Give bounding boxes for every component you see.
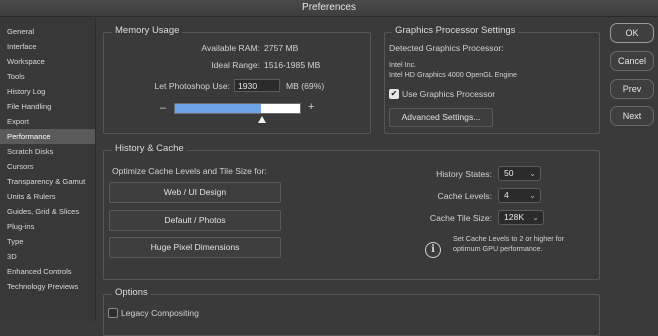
huge-pixel-dimensions-button[interactable]: Huge Pixel Dimensions — [109, 237, 281, 258]
sidebar-item-workspace[interactable]: Workspace — [0, 54, 95, 69]
decrease-memory-button[interactable]: – — [160, 102, 166, 114]
memory-slider[interactable] — [174, 103, 301, 114]
history-states-value: 50 — [504, 168, 514, 178]
options-title: Options — [112, 287, 151, 298]
next-button[interactable]: Next — [610, 106, 654, 126]
ok-button[interactable]: OK — [610, 23, 654, 43]
ideal-range-label: Ideal Range: — [211, 60, 260, 70]
sidebar-item-export[interactable]: Export — [0, 114, 95, 129]
sidebar-item-type[interactable]: Type — [0, 234, 95, 249]
chevron-updown-icon: ⌄ — [532, 213, 539, 222]
memory-slider-thumb[interactable] — [257, 116, 266, 123]
sidebar-item-performance[interactable]: Performance — [0, 129, 95, 144]
history-states-select[interactable]: 50 ⌄ — [498, 166, 541, 181]
sidebar-item-tools[interactable]: Tools — [0, 69, 95, 84]
available-ram-value: 2757 MB — [264, 43, 299, 53]
checkmark-icon: ✔ — [390, 89, 398, 98]
use-gpu-checkbox[interactable]: ✔ — [389, 89, 399, 99]
window-title: Preferences — [0, 0, 658, 17]
chevron-updown-icon: ⌄ — [529, 191, 536, 200]
sidebar-item-3d[interactable]: 3D — [0, 249, 95, 264]
let-photoshop-use-label: Let Photoshop Use: — [154, 81, 231, 91]
sidebar-item-units-rulers[interactable]: Units & Rulers — [0, 189, 95, 204]
detected-gpu-label: Detected Graphics Processor: — [389, 43, 504, 53]
memory-usage-title: Memory Usage — [112, 25, 183, 36]
gpu-settings-title: Graphics Processor Settings — [392, 25, 519, 36]
sidebar-item-plug-ins[interactable]: Plug-ins — [0, 219, 95, 234]
default-photos-button[interactable]: Default / Photos — [109, 210, 281, 231]
advanced-settings-button[interactable]: Advanced Settings... — [389, 108, 493, 127]
legacy-compositing-checkbox[interactable] — [108, 308, 118, 318]
history-cache-title: History & Cache — [112, 143, 187, 154]
sidebar-item-guides-grid-slices[interactable]: Guides, Grid & Slices — [0, 204, 95, 219]
available-ram-label: Available RAM: — [201, 43, 260, 53]
sidebar-item-cursors[interactable]: Cursors — [0, 159, 95, 174]
sidebar: General Interface Workspace Tools Histor… — [0, 18, 96, 321]
sidebar-item-transparency-gamut[interactable]: Transparency & Gamut — [0, 174, 95, 189]
prev-button[interactable]: Prev — [610, 79, 654, 99]
sidebar-item-general[interactable]: General — [0, 24, 95, 39]
optimize-cache-label: Optimize Cache Levels and Tile Size for: — [112, 166, 267, 176]
sidebar-item-file-handling[interactable]: File Handling — [0, 99, 95, 114]
gpu-model: Intel HD Graphics 4000 OpenGL Engine — [389, 70, 517, 79]
memory-percent-label: MB (69%) — [286, 81, 325, 91]
cache-levels-select[interactable]: 4 ⌄ — [498, 188, 541, 203]
gpu-tip-line-2: optimum GPU performance. — [453, 244, 543, 253]
ideal-range-value: 1516-1985 MB — [264, 60, 321, 70]
memory-slider-fill — [175, 104, 262, 113]
sidebar-item-technology-previews[interactable]: Technology Previews — [0, 279, 95, 294]
legacy-compositing-label: Legacy Compositing — [121, 308, 199, 318]
increase-memory-button[interactable]: + — [308, 101, 314, 113]
cache-tile-size-select[interactable]: 128K ⌄ — [498, 210, 544, 225]
sidebar-item-interface[interactable]: Interface — [0, 39, 95, 54]
use-gpu-label: Use Graphics Processor — [402, 89, 496, 99]
gpu-tip-line-1: Set Cache Levels to 2 or higher for — [453, 234, 565, 243]
sidebar-item-scratch-disks[interactable]: Scratch Disks — [0, 144, 95, 159]
cancel-button[interactable]: Cancel — [610, 51, 654, 71]
web-ui-design-button[interactable]: Web / UI Design — [109, 182, 281, 203]
cache-levels-value: 4 — [504, 190, 509, 200]
cache-levels-label: Cache Levels: — [437, 191, 492, 201]
history-states-label: History States: — [436, 169, 492, 179]
memory-amount-input[interactable] — [234, 79, 280, 92]
cache-tile-size-label: Cache Tile Size: — [429, 213, 492, 223]
sidebar-item-enhanced-controls[interactable]: Enhanced Controls — [0, 264, 95, 279]
info-icon: i — [425, 242, 441, 258]
chevron-updown-icon: ⌄ — [529, 169, 536, 178]
sidebar-item-history-log[interactable]: History Log — [0, 84, 95, 99]
gpu-vendor: Intel Inc. — [389, 60, 417, 69]
cache-tile-size-value: 128K — [504, 212, 525, 222]
